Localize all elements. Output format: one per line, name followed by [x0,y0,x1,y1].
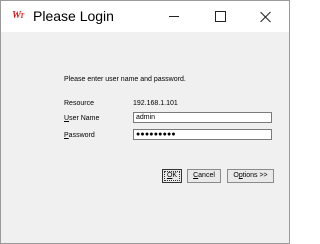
options-button[interactable]: Options >> [227,169,274,183]
login-prompt: Please enter user name and password. [64,76,186,83]
close-icon [260,11,272,23]
username-label: User Name [64,115,100,122]
app-logo-icon: WT [12,10,24,21]
minimize-button[interactable] [151,1,197,32]
window-title: Please Login [33,8,114,24]
password-mask: ●●●●●●●●● [136,131,176,138]
login-dialog: WT Please Login Please enter user name a… [0,0,290,244]
resource-value: 192.168.1.101 [133,100,178,107]
password-label: Password [64,132,95,139]
maximize-button[interactable] [197,1,243,32]
password-input[interactable]: ●●●●●●●●● [133,129,272,140]
maximize-icon [214,11,226,22]
title-bar[interactable]: WT Please Login [1,1,289,32]
close-button[interactable] [243,1,289,32]
cancel-button[interactable]: Cancel [187,169,221,183]
username-input[interactable]: admin [133,112,272,123]
resource-label: Resource [64,100,94,107]
ok-button[interactable]: OK [162,169,182,183]
minimize-icon [169,16,179,17]
